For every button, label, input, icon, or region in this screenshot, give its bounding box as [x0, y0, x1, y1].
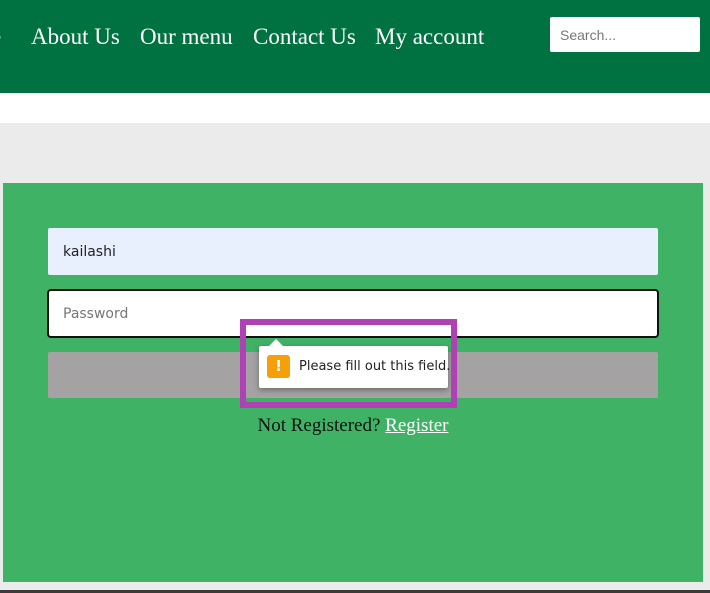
nav-my-account-link[interactable]: My account — [375, 22, 484, 52]
header-spacer — [0, 93, 710, 123]
nav-about-us-link[interactable]: About Us — [31, 22, 120, 52]
search-input[interactable] — [550, 17, 700, 52]
nav-our-menu-link[interactable]: Our menu — [140, 22, 233, 52]
nav-home-link[interactable]: e — [0, 22, 1, 52]
register-link[interactable]: Register — [385, 415, 448, 436]
highlight-box — [240, 319, 457, 408]
nav-contact-us-link[interactable]: Contact Us — [253, 22, 356, 52]
username-field[interactable] — [48, 228, 658, 275]
register-prompt-text: Not Registered? — [257, 415, 381, 436]
navbar: e About Us Our menu Contact Us My accoun… — [0, 0, 710, 93]
register-prompt-line: Not Registered? Register — [0, 413, 706, 439]
